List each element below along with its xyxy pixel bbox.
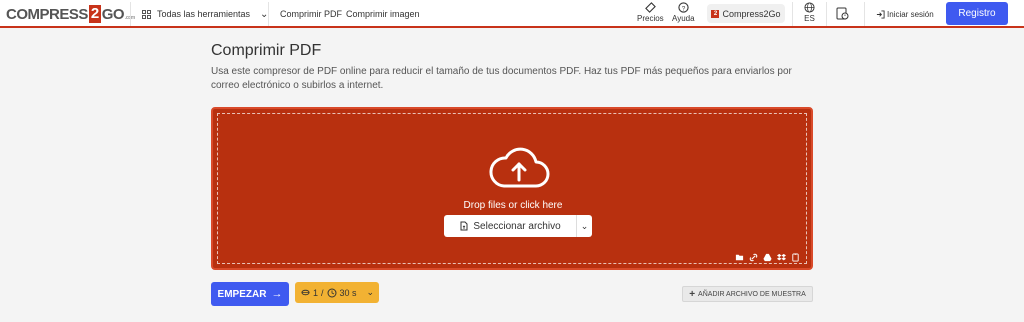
dropbox-icon[interactable] (777, 249, 786, 261)
drop-hint: Drop files or click here (463, 200, 563, 211)
coins-icon (301, 289, 310, 296)
grid-icon (142, 9, 151, 19)
cloud-upload-icon (489, 147, 550, 188)
nav-link-compress-image[interactable]: Comprimir imagen (346, 0, 420, 28)
history-button[interactable] (835, 6, 849, 21)
all-tools-menu[interactable]: Todas las herramientas ⌄ (142, 0, 268, 28)
login-link[interactable]: Iniciar sesión (876, 0, 934, 28)
brand-pill-label: Compress2Go (722, 8, 781, 19)
prices-link[interactable]: Precios (637, 2, 664, 23)
clock-icon (327, 288, 337, 297)
logo-text-mid: 2 (88, 5, 101, 23)
globe-icon (804, 2, 815, 13)
logo-text-left: COMPRESS (6, 5, 88, 23)
drop-zone-border: Drop files or click here Seleccionar arc… (217, 113, 807, 264)
limit-time: 30 s (339, 287, 357, 298)
limit-files: 1 (313, 287, 319, 298)
select-file-main[interactable]: Seleccionar archivo (444, 215, 576, 237)
clipboard-icon[interactable] (791, 249, 800, 262)
help-icon: ? (678, 2, 689, 13)
divider (792, 2, 793, 26)
limit-separator: / (321, 287, 324, 298)
language-label: ES (804, 14, 815, 23)
svg-text:?: ? (681, 5, 685, 12)
tag-icon (644, 2, 656, 13)
divider (268, 2, 269, 26)
login-label: Iniciar sesión (887, 9, 934, 19)
file-upload-icon (460, 221, 468, 231)
google-drive-icon[interactable] (763, 249, 772, 262)
divider (826, 2, 827, 26)
link-icon[interactable] (749, 249, 758, 262)
register-button[interactable]: Registro (946, 2, 1008, 25)
brand-mini-icon: 2 (711, 9, 720, 18)
clipboard-clock-icon (836, 7, 849, 20)
all-tools-label: Todas las herramientas (157, 9, 251, 19)
add-sample-file-button[interactable]: + AÑADIR ARCHIVO DE MUESTRA (682, 286, 813, 302)
plus-icon: + (689, 288, 696, 300)
top-header: COMPRESS 2 GO .com Todas las herramienta… (0, 0, 1024, 28)
nav-link-compress-pdf[interactable]: Comprimir PDF (280, 0, 342, 28)
logo-text-right: GO (101, 5, 125, 23)
start-label: EMPEZAR (217, 288, 267, 300)
prices-label: Precios (637, 14, 664, 23)
language-selector[interactable]: ES (804, 2, 815, 23)
compress2go-switcher[interactable]: 2 Compress2Go (707, 4, 785, 23)
chevron-down-icon: ⌄ (366, 287, 375, 297)
login-icon (876, 9, 885, 19)
divider (864, 2, 865, 26)
file-drop-zone[interactable]: Drop files or click here Seleccionar arc… (211, 107, 813, 270)
chevron-down-icon[interactable]: ⌄ (576, 215, 592, 237)
select-file-label: Seleccionar archivo (473, 220, 561, 232)
start-button[interactable]: EMPEZAR → (211, 282, 289, 306)
page-description: Usa este compresor de PDF online para re… (211, 66, 792, 91)
page-title: Comprimir PDF (211, 42, 322, 59)
limits-dropdown[interactable]: 1 / 30 s ⌄ (295, 282, 379, 303)
help-link[interactable]: ? Ayuda (672, 2, 695, 23)
select-file-button[interactable]: Seleccionar archivo ⌄ (444, 215, 592, 237)
help-label: Ayuda (672, 14, 695, 23)
upload-sources (735, 249, 800, 262)
divider (130, 2, 131, 26)
folder-icon[interactable] (735, 249, 744, 261)
add-sample-label: AÑADIR ARCHIVO DE MUESTRA (698, 290, 806, 298)
arrow-right-icon: → (271, 288, 283, 300)
logo[interactable]: COMPRESS 2 GO .com (6, 4, 135, 24)
